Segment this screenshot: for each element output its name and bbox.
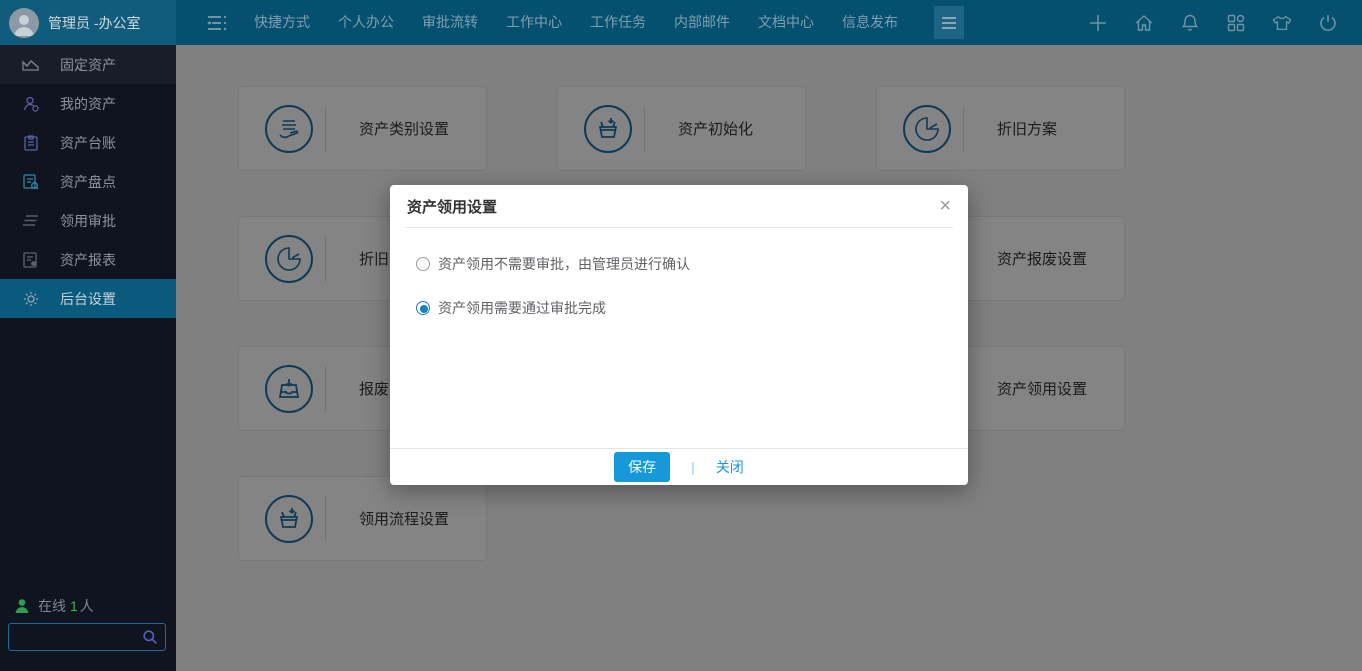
menu-collapse-icon[interactable] bbox=[206, 14, 228, 32]
sidebar-item-backend-settings[interactable]: 后台设置 bbox=[0, 279, 176, 318]
top-bar: 管理员 -办公室 快捷方式 个人办公 审批流转 工作中心 工作任务 内部邮件 文… bbox=[0, 0, 1362, 45]
radio-label: 资产领用需要通过审批完成 bbox=[438, 298, 606, 318]
nav-item-personal-office[interactable]: 个人办公 bbox=[324, 0, 408, 45]
trend-chart-icon bbox=[22, 56, 39, 73]
nav-item-internal-mail[interactable]: 内部邮件 bbox=[660, 0, 744, 45]
clipboard-icon bbox=[22, 134, 39, 151]
nav-item-approval-flow[interactable]: 审批流转 bbox=[408, 0, 492, 45]
dialog-body: 资产领用不需要审批，由管理员进行确认 资产领用需要通过审批完成 bbox=[390, 228, 968, 318]
gear-icon bbox=[22, 290, 39, 307]
header-actions bbox=[1088, 13, 1362, 33]
dialog-footer: 保存 | 关闭 bbox=[390, 448, 968, 485]
avatar[interactable] bbox=[9, 8, 39, 38]
asset-requisition-settings-dialog: 资产领用设置 × 资产领用不需要审批，由管理员进行确认 资产领用需要通过审批完成… bbox=[390, 185, 968, 485]
app-window: 管理员 -办公室 快捷方式 个人办公 审批流转 工作中心 工作任务 内部邮件 文… bbox=[0, 0, 1362, 671]
doc-search-icon bbox=[22, 173, 39, 190]
sidebar-item-asset-ledger[interactable]: 资产台账 bbox=[0, 123, 176, 162]
online-label: 在线 bbox=[38, 596, 66, 616]
person-icon bbox=[22, 95, 39, 112]
sidebar-item-fixed-assets[interactable]: 固定资产 bbox=[0, 45, 176, 84]
radio-label: 资产领用不需要审批，由管理员进行确认 bbox=[438, 254, 690, 274]
radio-option-no-approval[interactable]: 资产领用不需要审批，由管理员进行确认 bbox=[416, 254, 942, 274]
online-status: 在线 1 人 bbox=[14, 596, 94, 616]
sidebar-item-label: 领用审批 bbox=[60, 211, 116, 231]
nav-item-info-publish[interactable]: 信息发布 bbox=[828, 0, 912, 45]
save-button[interactable]: 保存 bbox=[614, 452, 670, 482]
stack-icon bbox=[22, 212, 39, 229]
radio-unchecked[interactable] bbox=[416, 257, 430, 271]
nav-item-work-center[interactable]: 工作中心 bbox=[492, 0, 576, 45]
sidebar-item-label: 固定资产 bbox=[60, 55, 116, 75]
search-icon[interactable] bbox=[142, 629, 158, 645]
radio-option-requires-approval[interactable]: 资产领用需要通过审批完成 bbox=[416, 298, 942, 318]
sidebar-item-my-assets[interactable]: 我的资产 bbox=[0, 84, 176, 123]
button-divider: | bbox=[691, 459, 695, 475]
dialog-header: 资产领用设置 × bbox=[390, 185, 968, 227]
sidebar-item-label: 后台设置 bbox=[60, 289, 116, 309]
radio-checked[interactable] bbox=[416, 301, 430, 315]
online-unit: 人 bbox=[80, 596, 94, 616]
sidebar-item-asset-reports[interactable]: 资产报表 bbox=[0, 240, 176, 279]
bell-icon[interactable] bbox=[1180, 13, 1200, 33]
nav-item-shortcuts[interactable]: 快捷方式 bbox=[240, 0, 324, 45]
close-icon[interactable]: × bbox=[939, 196, 951, 216]
hamburger-menu-icon[interactable] bbox=[934, 6, 964, 39]
user-area[interactable]: 管理员 -办公室 bbox=[0, 0, 176, 45]
sidebar-item-label: 资产盘点 bbox=[60, 172, 116, 192]
close-button[interactable]: 关闭 bbox=[716, 457, 744, 477]
home-icon[interactable] bbox=[1134, 13, 1154, 33]
sidebar-item-asset-inventory[interactable]: 资产盘点 bbox=[0, 162, 176, 201]
user-name: 管理员 -办公室 bbox=[48, 13, 141, 33]
power-icon[interactable] bbox=[1318, 13, 1338, 33]
nav-item-work-tasks[interactable]: 工作任务 bbox=[576, 0, 660, 45]
nav-item-document-center[interactable]: 文档中心 bbox=[744, 0, 828, 45]
sidebar-item-label: 资产台账 bbox=[60, 133, 116, 153]
theme-shirt-icon[interactable] bbox=[1272, 13, 1292, 33]
online-person-icon bbox=[14, 598, 30, 614]
user-silhouette-icon bbox=[9, 8, 39, 38]
main-nav: 快捷方式 个人办公 审批流转 工作中心 工作任务 内部邮件 文档中心 信息发布 bbox=[240, 0, 912, 45]
sidebar-item-label: 我的资产 bbox=[60, 94, 116, 114]
plus-icon[interactable] bbox=[1088, 13, 1108, 33]
sidebar-search bbox=[8, 623, 166, 651]
online-count: 1 bbox=[70, 598, 78, 614]
report-icon bbox=[22, 251, 39, 268]
dialog-title: 资产领用设置 bbox=[407, 196, 497, 217]
sidebar-item-requisition-approval[interactable]: 领用审批 bbox=[0, 201, 176, 240]
app-grid-icon[interactable] bbox=[1226, 13, 1246, 33]
sidebar: 固定资产 我的资产 资产台账 bbox=[0, 45, 176, 671]
sidebar-item-label: 资产报表 bbox=[60, 250, 116, 270]
search-input[interactable] bbox=[9, 630, 142, 645]
